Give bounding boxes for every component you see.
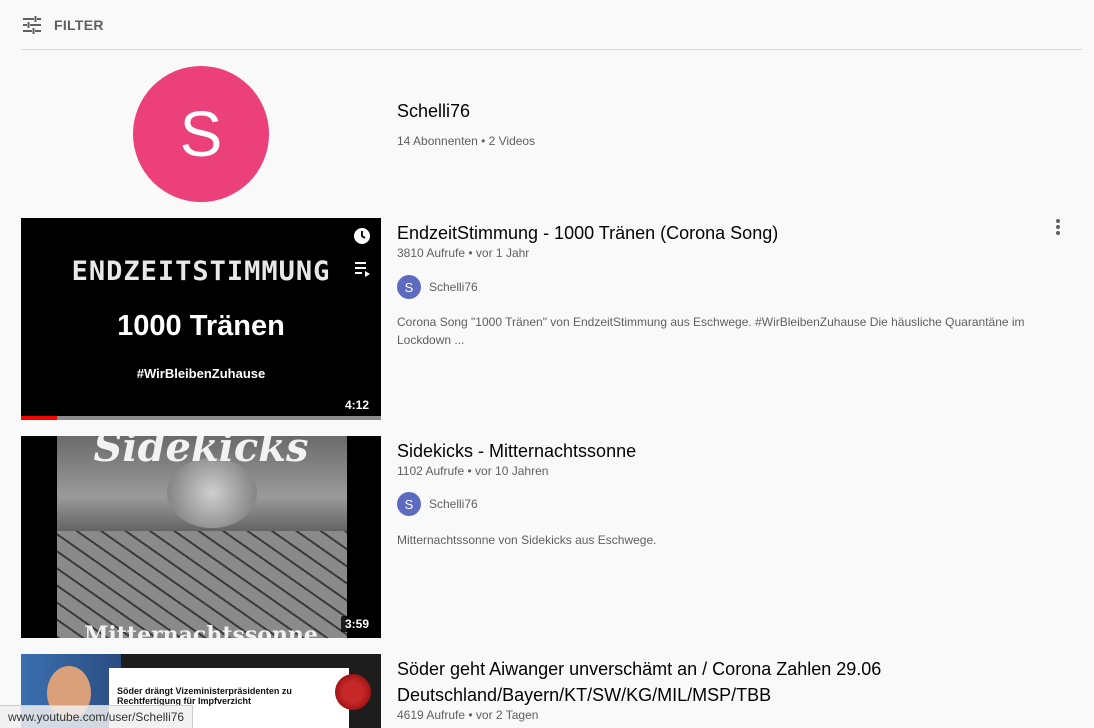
- filter-button[interactable]: FILTER: [54, 17, 104, 33]
- video-result[interactable]: ENDZEITSTIMMUNG 1000 Tränen #WirBleibenZ…: [21, 218, 1082, 420]
- video-description: Mitternachtssonne von Sidekicks aus Esch…: [397, 533, 657, 547]
- channel-avatar-small[interactable]: S: [397, 492, 421, 516]
- video-channel-name[interactable]: Schelli76: [429, 280, 478, 294]
- video-meta: 4619 Aufrufe • vor 2 Tagen: [397, 708, 539, 722]
- watch-progress-bar: [21, 416, 381, 420]
- video-thumbnail[interactable]: Sidekicks Mitternachtssonne 3:59: [21, 436, 381, 638]
- video-duration: 4:12: [340, 397, 373, 413]
- video-meta: 1102 Aufrufe • vor 10 Jahren: [397, 464, 549, 478]
- thumbnail-hashtag: #WirBleibenZuhause: [136, 366, 266, 381]
- thumbnail-band-name: ENDZEITSTIMMUNG: [71, 256, 331, 287]
- channel-result[interactable]: S Schelli76 14 Abonnenten • 2 Videos: [0, 50, 1094, 215]
- filter-sliders-icon[interactable]: [22, 15, 42, 35]
- channel-avatar[interactable]: S: [133, 66, 269, 202]
- thumbnail-article-headline: Söder drängt Vizeministerpräsidenten zu …: [117, 686, 292, 706]
- thumbnail-band-name: Sidekicks: [93, 436, 309, 471]
- status-bar-url: www.youtube.com/user/Schelli76: [0, 705, 194, 728]
- more-actions-icon[interactable]: [1046, 215, 1070, 239]
- thumbnail-song-title: 1000 Tränen: [117, 310, 285, 342]
- video-title[interactable]: Sidekicks - Mitternachtssonne: [397, 438, 1057, 464]
- video-title[interactable]: Söder geht Aiwanger unverschämt an / Cor…: [397, 656, 1057, 708]
- video-meta: 3810 Aufrufe • vor 1 Jahr: [397, 246, 530, 260]
- watch-later-icon[interactable]: [353, 227, 371, 245]
- video-duration: 3:59: [340, 616, 373, 632]
- video-description: Corona Song "1000 Tränen" von EndzeitSti…: [397, 315, 1025, 347]
- channel-name[interactable]: Schelli76: [397, 101, 470, 122]
- filter-bar: FILTER: [21, 0, 1082, 50]
- channel-avatar-small[interactable]: S: [397, 275, 421, 299]
- video-channel[interactable]: S Schelli76: [397, 492, 478, 516]
- channel-meta: 14 Abonnenten • 2 Videos: [397, 134, 536, 148]
- video-channel[interactable]: S Schelli76: [397, 275, 478, 299]
- thumbnail-song-title: Mitternachtssonne: [84, 622, 318, 638]
- video-result[interactable]: Sidekicks Mitternachtssonne 3:59 Sidekic…: [21, 436, 1082, 638]
- watch-progress-fill: [21, 416, 57, 420]
- thumbnail-virus-graphic: [335, 674, 371, 710]
- video-channel-name[interactable]: Schelli76: [429, 497, 478, 511]
- video-thumbnail[interactable]: ENDZEITSTIMMUNG 1000 Tränen #WirBleibenZ…: [21, 218, 381, 420]
- add-to-queue-icon[interactable]: [353, 259, 371, 277]
- video-title[interactable]: EndzeitStimmung - 1000 Tränen (Corona So…: [397, 220, 1057, 246]
